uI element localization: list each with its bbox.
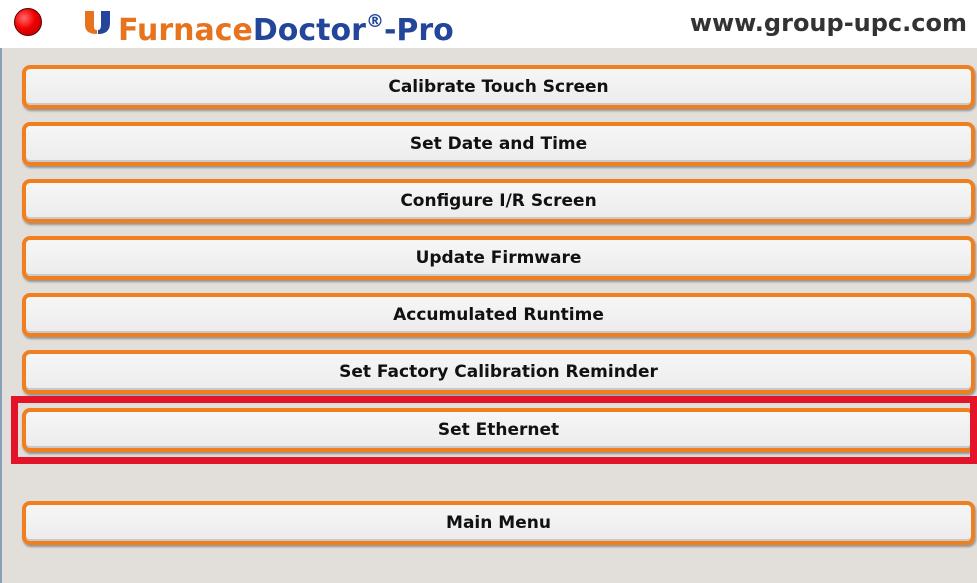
left-border xyxy=(0,48,2,583)
brand-title: FurnaceDoctor®-Pro xyxy=(118,4,454,49)
status-indicator-icon xyxy=(14,8,42,36)
selection-highlight-box xyxy=(11,396,977,464)
calibrate-touch-screen-button[interactable]: Calibrate Touch Screen xyxy=(22,65,975,109)
main-menu-button[interactable]: Main Menu xyxy=(22,501,975,545)
update-firmware-button[interactable]: Update Firmware xyxy=(22,236,975,280)
registered-mark: ® xyxy=(365,11,384,32)
configure-ir-screen-button[interactable]: Configure I/R Screen xyxy=(22,179,975,223)
accumulated-runtime-button[interactable]: Accumulated Runtime xyxy=(22,293,975,337)
brand-logo-icon xyxy=(85,11,110,34)
brand-title-furnace: Furnace xyxy=(118,13,253,48)
set-date-and-time-button[interactable]: Set Date and Time xyxy=(22,122,975,166)
brand-title-doctor: Doctor xyxy=(252,13,366,48)
brand-title-pro: -Pro xyxy=(383,13,454,48)
set-factory-calibration-reminder-button[interactable]: Set Factory Calibration Reminder xyxy=(22,350,975,394)
website-url: www.group-upc.com xyxy=(689,9,967,37)
header-bar: FurnaceDoctor®-Pro www.group-upc.com xyxy=(0,0,977,48)
